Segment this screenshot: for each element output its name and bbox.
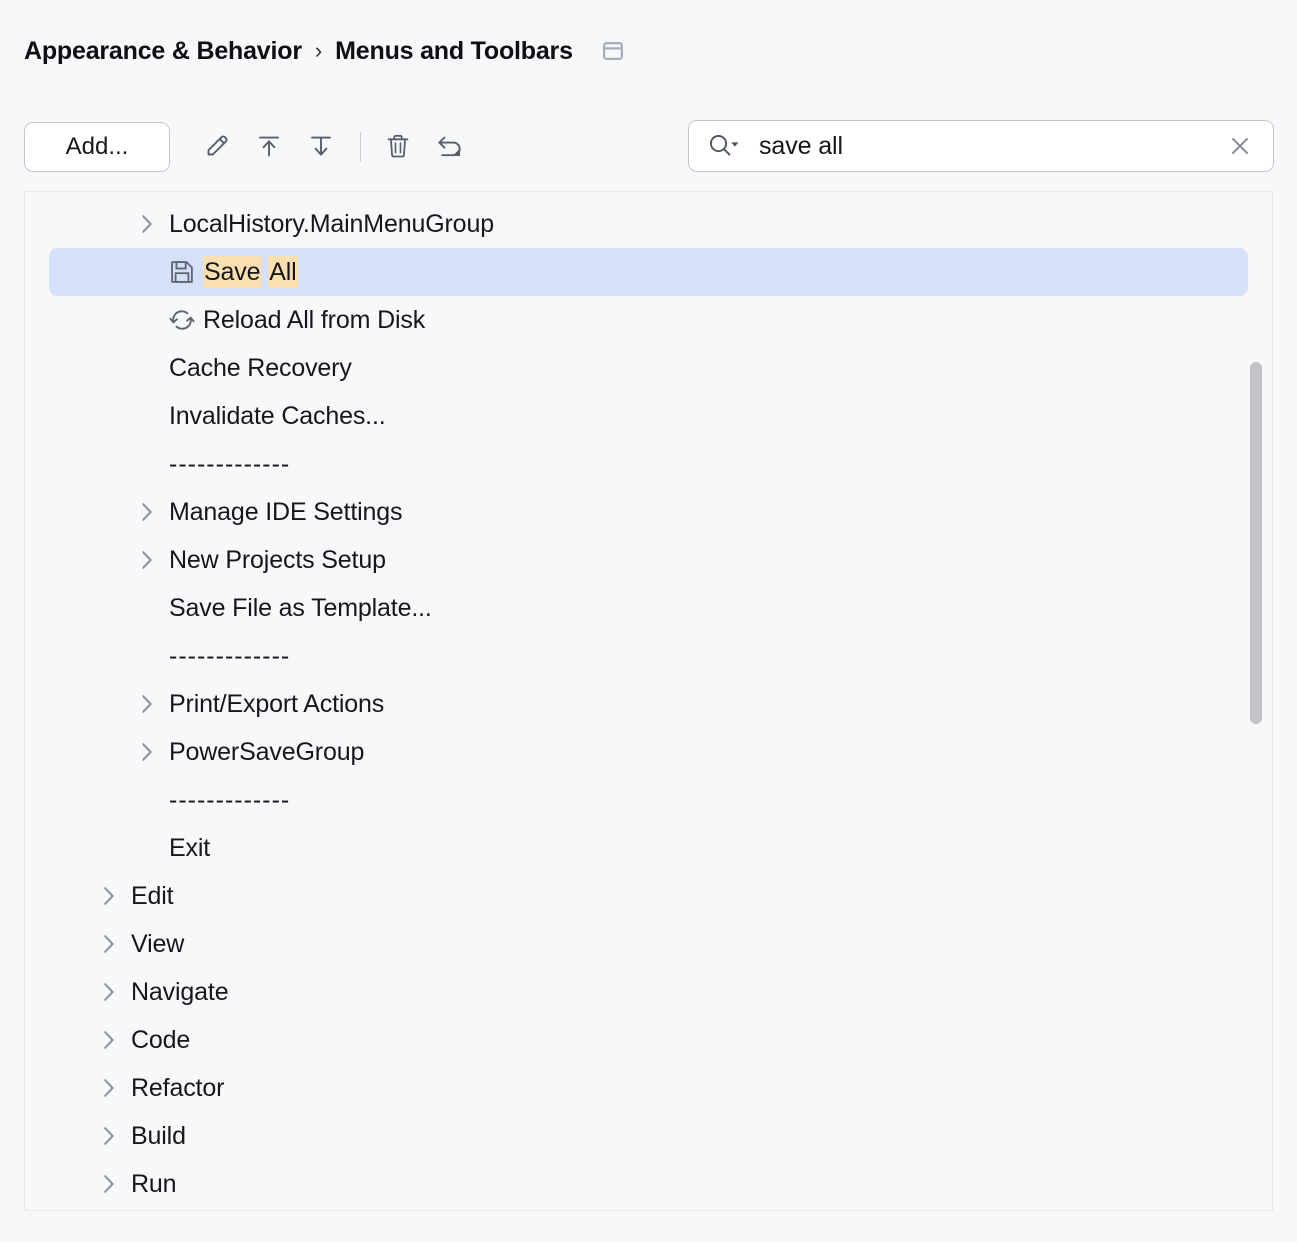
toolbar-icon-group xyxy=(194,124,479,170)
restore-button[interactable] xyxy=(427,124,473,170)
tree-row[interactable]: Cache Recovery xyxy=(25,344,1272,392)
chevron-right-icon[interactable] xyxy=(97,884,121,908)
toolbar: Add... xyxy=(24,119,479,175)
tree-row[interactable]: Navigate xyxy=(25,968,1272,1016)
tree-row[interactable]: PowerSaveGroup xyxy=(25,728,1272,776)
tree-row-label: View xyxy=(131,932,184,957)
move-up-button[interactable] xyxy=(246,124,292,170)
tree-row-label: LocalHistory.MainMenuGroup xyxy=(169,212,494,237)
chevron-right-icon[interactable] xyxy=(135,500,159,524)
breadcrumb-separator-icon: › xyxy=(315,40,322,62)
search-input[interactable]: save all xyxy=(759,132,1227,161)
tree-row[interactable]: Build xyxy=(25,1112,1272,1160)
tree-row[interactable]: Save File as Template... xyxy=(25,584,1272,632)
window-icon[interactable] xyxy=(603,41,623,61)
separator-label: ------------- xyxy=(169,788,290,813)
revert-icon xyxy=(434,130,466,165)
tree-row-label: Edit xyxy=(131,884,173,909)
tree-separator-row[interactable]: ------------- xyxy=(25,632,1272,680)
save-icon xyxy=(169,259,195,285)
tree-row[interactable]: Run xyxy=(25,1160,1272,1208)
chevron-right-icon[interactable] xyxy=(97,1124,121,1148)
separator-label: ------------- xyxy=(169,452,290,477)
tree-row-label: Navigate xyxy=(131,980,228,1005)
remove-button[interactable] xyxy=(375,124,421,170)
tree-row-label: Manage IDE Settings xyxy=(169,500,402,525)
tree-row[interactable]: Invalidate Caches... xyxy=(25,392,1272,440)
tree-row-label: Print/Export Actions xyxy=(169,692,384,717)
tree-row-label: Save All xyxy=(203,260,298,285)
chevron-right-icon[interactable] xyxy=(135,740,159,764)
breadcrumb-item-appearance-behavior[interactable]: Appearance & Behavior xyxy=(24,37,302,66)
tree-row[interactable]: Exit xyxy=(25,824,1272,872)
chevron-right-icon[interactable] xyxy=(97,932,121,956)
tree-row-label: Save File as Template... xyxy=(169,596,432,621)
tree-row-label: Build xyxy=(131,1124,186,1149)
tree-row[interactable]: Refactor xyxy=(25,1064,1272,1112)
tree-row[interactable]: LocalHistory.MainMenuGroup xyxy=(25,200,1272,248)
arrow-down-icon xyxy=(306,131,336,164)
scrollbar-thumb[interactable] xyxy=(1250,362,1262,724)
tree-row[interactable]: Edit xyxy=(25,872,1272,920)
tree-row[interactable]: Reload All from Disk xyxy=(25,296,1272,344)
pencil-icon xyxy=(202,131,232,164)
chevron-right-icon[interactable] xyxy=(97,1172,121,1196)
chevron-right-icon[interactable] xyxy=(135,212,159,236)
add-button[interactable]: Add... xyxy=(24,122,170,172)
breadcrumb: Appearance & Behavior › Menus and Toolba… xyxy=(24,33,623,69)
close-icon[interactable] xyxy=(1227,133,1253,159)
tree-row[interactable]: New Projects Setup xyxy=(25,536,1272,584)
chevron-right-icon[interactable] xyxy=(135,692,159,716)
tree-row-label: PowerSaveGroup xyxy=(169,740,364,765)
separator-label: ------------- xyxy=(169,644,290,669)
chevron-right-icon[interactable] xyxy=(135,548,159,572)
tree-separator-row[interactable]: ------------- xyxy=(25,440,1272,488)
tree-row-label: Code xyxy=(131,1028,190,1053)
tree-row-label: Refactor xyxy=(131,1076,224,1101)
tree-row[interactable]: Manage IDE Settings xyxy=(25,488,1272,536)
vertical-scrollbar[interactable] xyxy=(1249,192,1263,1210)
tree-rows-container: LocalHistory.MainMenuGroup Save All Reload… xyxy=(25,192,1272,1208)
trash-icon xyxy=(383,131,413,164)
search-field[interactable]: save all xyxy=(688,120,1274,172)
arrow-up-icon xyxy=(254,131,284,164)
tree-row[interactable]: View xyxy=(25,920,1272,968)
tree-row-label: New Projects Setup xyxy=(169,548,386,573)
toolbar-divider xyxy=(360,132,361,162)
breadcrumb-item-menus-and-toolbars: Menus and Toolbars xyxy=(335,37,573,66)
menus-and-toolbars-tree[interactable]: LocalHistory.MainMenuGroup Save All Reload… xyxy=(24,191,1273,1211)
tree-row-label: Cache Recovery xyxy=(169,356,352,381)
chevron-right-icon[interactable] xyxy=(97,980,121,1004)
tree-separator-row[interactable]: ------------- xyxy=(25,776,1272,824)
tree-row-label: Reload All from Disk xyxy=(203,308,425,333)
tree-row-label: Exit xyxy=(169,836,210,861)
chevron-right-icon[interactable] xyxy=(97,1028,121,1052)
tree-row-label: Run xyxy=(131,1172,176,1197)
move-down-button[interactable] xyxy=(298,124,344,170)
tree-row[interactable]: Code xyxy=(25,1016,1272,1064)
reload-icon xyxy=(169,307,195,333)
tree-row[interactable]: Save All xyxy=(49,248,1248,296)
chevron-right-icon[interactable] xyxy=(97,1076,121,1100)
edit-button[interactable] xyxy=(194,124,240,170)
tree-row-label: Invalidate Caches... xyxy=(169,404,386,429)
tree-row[interactable]: Print/Export Actions xyxy=(25,680,1272,728)
search-icon[interactable] xyxy=(707,132,741,160)
